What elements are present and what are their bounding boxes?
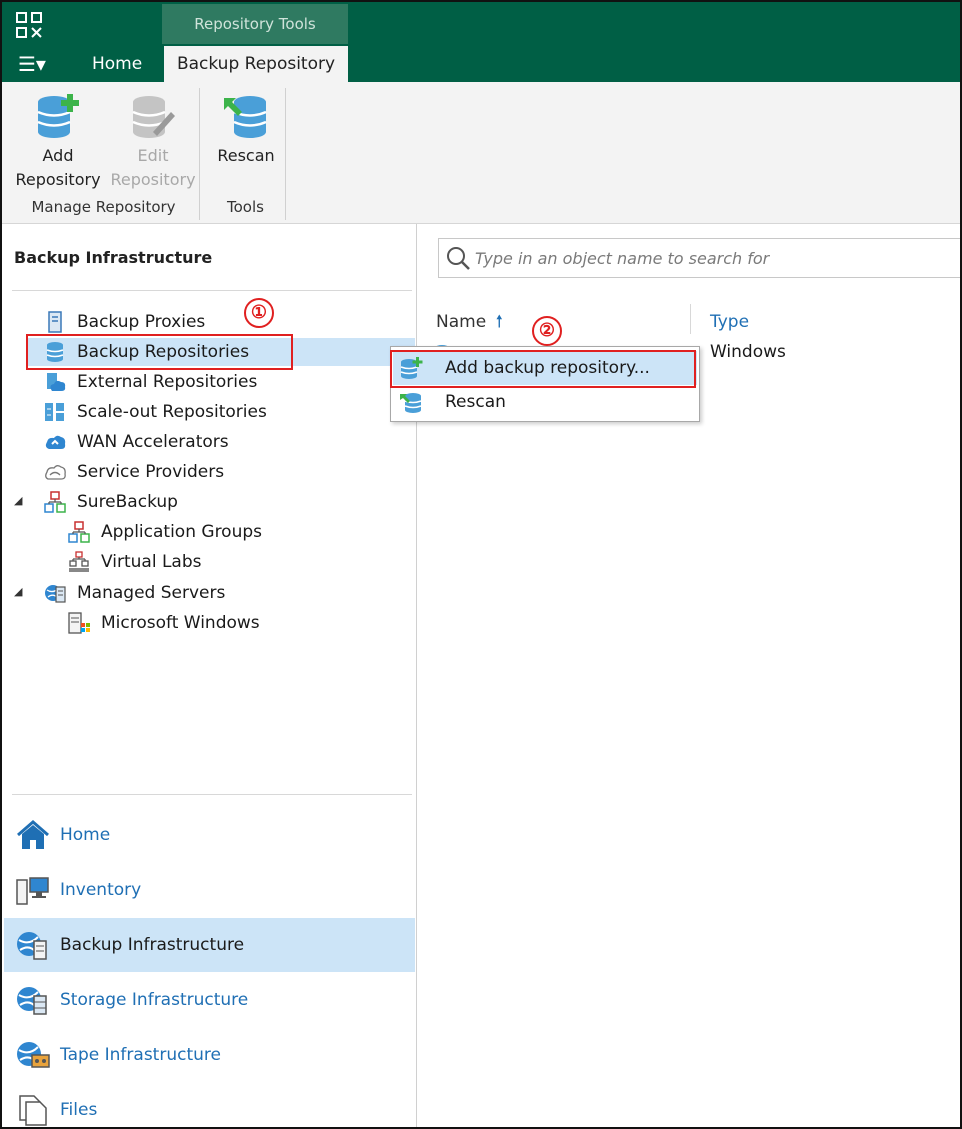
managed-servers-icon — [45, 585, 66, 603]
tree-item-label: Microsoft Windows — [101, 613, 260, 633]
annotation-step-2: ② — [532, 316, 562, 346]
windows-server-icon — [68, 612, 90, 634]
virtual-lab-icon — [69, 551, 89, 572]
nav-home[interactable]: Home — [4, 808, 415, 862]
inventory-icon — [16, 877, 49, 905]
edit-repository-label-1: Edit — [137, 146, 169, 165]
divider — [12, 290, 412, 291]
home-icon — [17, 820, 49, 849]
divider — [12, 794, 412, 795]
rescan-button[interactable]: Rescan — [210, 92, 282, 168]
storage-infrastructure-icon — [17, 987, 47, 1015]
external-repository-icon — [47, 373, 66, 391]
wan-accelerator-icon — [45, 435, 66, 449]
search-icon — [447, 247, 470, 270]
main-menu-button[interactable]: ☰▾ — [12, 46, 56, 82]
annotation-highlight-1 — [26, 334, 293, 370]
annotation-highlight-2 — [390, 350, 696, 388]
surebackup-icon — [44, 491, 66, 513]
search-input[interactable] — [475, 239, 955, 277]
rescan-label: Rescan — [217, 146, 275, 165]
tab-backup-repository[interactable]: Backup Repository — [164, 46, 348, 82]
rescan-icon — [400, 393, 422, 413]
add-repository-label-2: Repository — [15, 170, 101, 189]
add-repository-label-1: Add — [42, 146, 74, 165]
ribbon-group-tools: Rescan Tools — [206, 88, 286, 220]
nav-label: Inventory — [60, 880, 142, 900]
ribbon-group-label: Manage Repository — [31, 198, 176, 216]
title-bar: Repository Tools ☰▾ Home Backup Reposito… — [2, 2, 960, 82]
add-repository-button[interactable]: Add Repository — [12, 92, 104, 192]
tree-item-label: Service Providers — [77, 462, 225, 482]
context-tab-group-label: Repository Tools — [162, 4, 348, 44]
tree-item-label: WAN Accelerators — [77, 432, 229, 452]
ribbon: Add Repository Edit Repository Manage Re… — [2, 82, 960, 224]
expand-collapse-icon[interactable]: ◢ — [14, 494, 22, 507]
tree-item-backup-proxies[interactable]: Backup Proxies — [40, 308, 410, 336]
tree-item-managed-servers[interactable]: Managed Servers — [40, 579, 410, 607]
tree-item-label: Application Groups — [101, 522, 263, 542]
application-group-icon — [68, 521, 90, 543]
nav-files[interactable]: Files — [4, 1083, 415, 1127]
scaleout-repository-icon — [45, 403, 64, 421]
column-header-name[interactable]: Name 🠕 — [436, 308, 503, 336]
rescan-icon — [224, 96, 267, 138]
tree-item-application-groups[interactable]: Application Groups — [64, 518, 410, 546]
tree-item-microsoft-windows[interactable]: Microsoft Windows — [64, 609, 410, 637]
tree-item-external-repositories[interactable]: External Repositories — [40, 368, 410, 396]
app-window: Repository Tools ☰▾ Home Backup Reposito… — [0, 0, 962, 1129]
tree-item-label: SureBackup — [77, 492, 178, 512]
tree-item-label: Scale-out Repositories — [77, 402, 267, 422]
tree-item-wan-accelerators[interactable]: WAN Accelerators — [40, 428, 410, 456]
nav-tape-infrastructure[interactable]: Tape Infrastructure — [4, 1028, 415, 1082]
annotation-step-1: ① — [244, 298, 274, 328]
table-cell-type: Windows — [710, 342, 786, 362]
files-icon — [19, 1095, 47, 1126]
veeam-logo-icon — [16, 12, 42, 38]
tree-item-label: Backup Proxies — [77, 312, 206, 332]
tree-item-virtual-labs[interactable]: Virtual Labs — [64, 548, 410, 576]
column-header-type[interactable]: Type — [710, 308, 749, 336]
tree-item-label: External Repositories — [77, 372, 258, 392]
tree-item-label: Virtual Labs — [101, 552, 202, 572]
ribbon-group-manage-repository: Add Repository Edit Repository Manage Re… — [8, 88, 200, 220]
nav-storage-infrastructure[interactable]: Storage Infrastructure — [4, 973, 415, 1027]
menu-item-rescan[interactable]: Rescan — [393, 385, 697, 419]
search-box[interactable] — [438, 238, 960, 278]
nav-inventory[interactable]: Inventory — [4, 863, 415, 917]
edit-repository-label-2: Repository — [110, 170, 196, 189]
add-repository-icon — [37, 94, 79, 138]
column-header-label: Name — [436, 312, 487, 332]
nav-label: Backup Infrastructure — [60, 935, 245, 955]
sort-ascending-icon: 🠕 — [495, 312, 503, 332]
expand-collapse-icon[interactable]: ◢ — [14, 585, 22, 598]
backup-infrastructure-icon — [17, 932, 47, 960]
ribbon-group-label: Tools — [227, 198, 264, 216]
backup-proxy-icon — [48, 311, 62, 333]
service-provider-icon — [45, 465, 66, 480]
menu-item-label: Rescan — [445, 392, 506, 412]
tree-item-surebackup[interactable]: SureBackup — [40, 488, 410, 516]
nav-label: Files — [60, 1100, 98, 1120]
edit-repository-icon — [132, 96, 175, 138]
nav-label: Home — [60, 825, 111, 845]
edit-repository-button[interactable]: Edit Repository — [108, 92, 198, 192]
nav-label: Tape Infrastructure — [60, 1045, 221, 1065]
column-divider[interactable] — [690, 304, 691, 334]
panel-title: Backup Infrastructure — [14, 248, 213, 267]
tab-home[interactable]: Home — [78, 46, 156, 82]
nav-label: Storage Infrastructure — [60, 990, 249, 1010]
tree-item-label: Managed Servers — [77, 583, 226, 603]
tape-infrastructure-icon — [17, 1042, 50, 1068]
nav-backup-infrastructure[interactable]: Backup Infrastructure — [4, 918, 415, 972]
tree-item-scaleout-repositories[interactable]: Scale-out Repositories — [40, 398, 410, 426]
tree-item-service-providers[interactable]: Service Providers — [40, 458, 410, 486]
